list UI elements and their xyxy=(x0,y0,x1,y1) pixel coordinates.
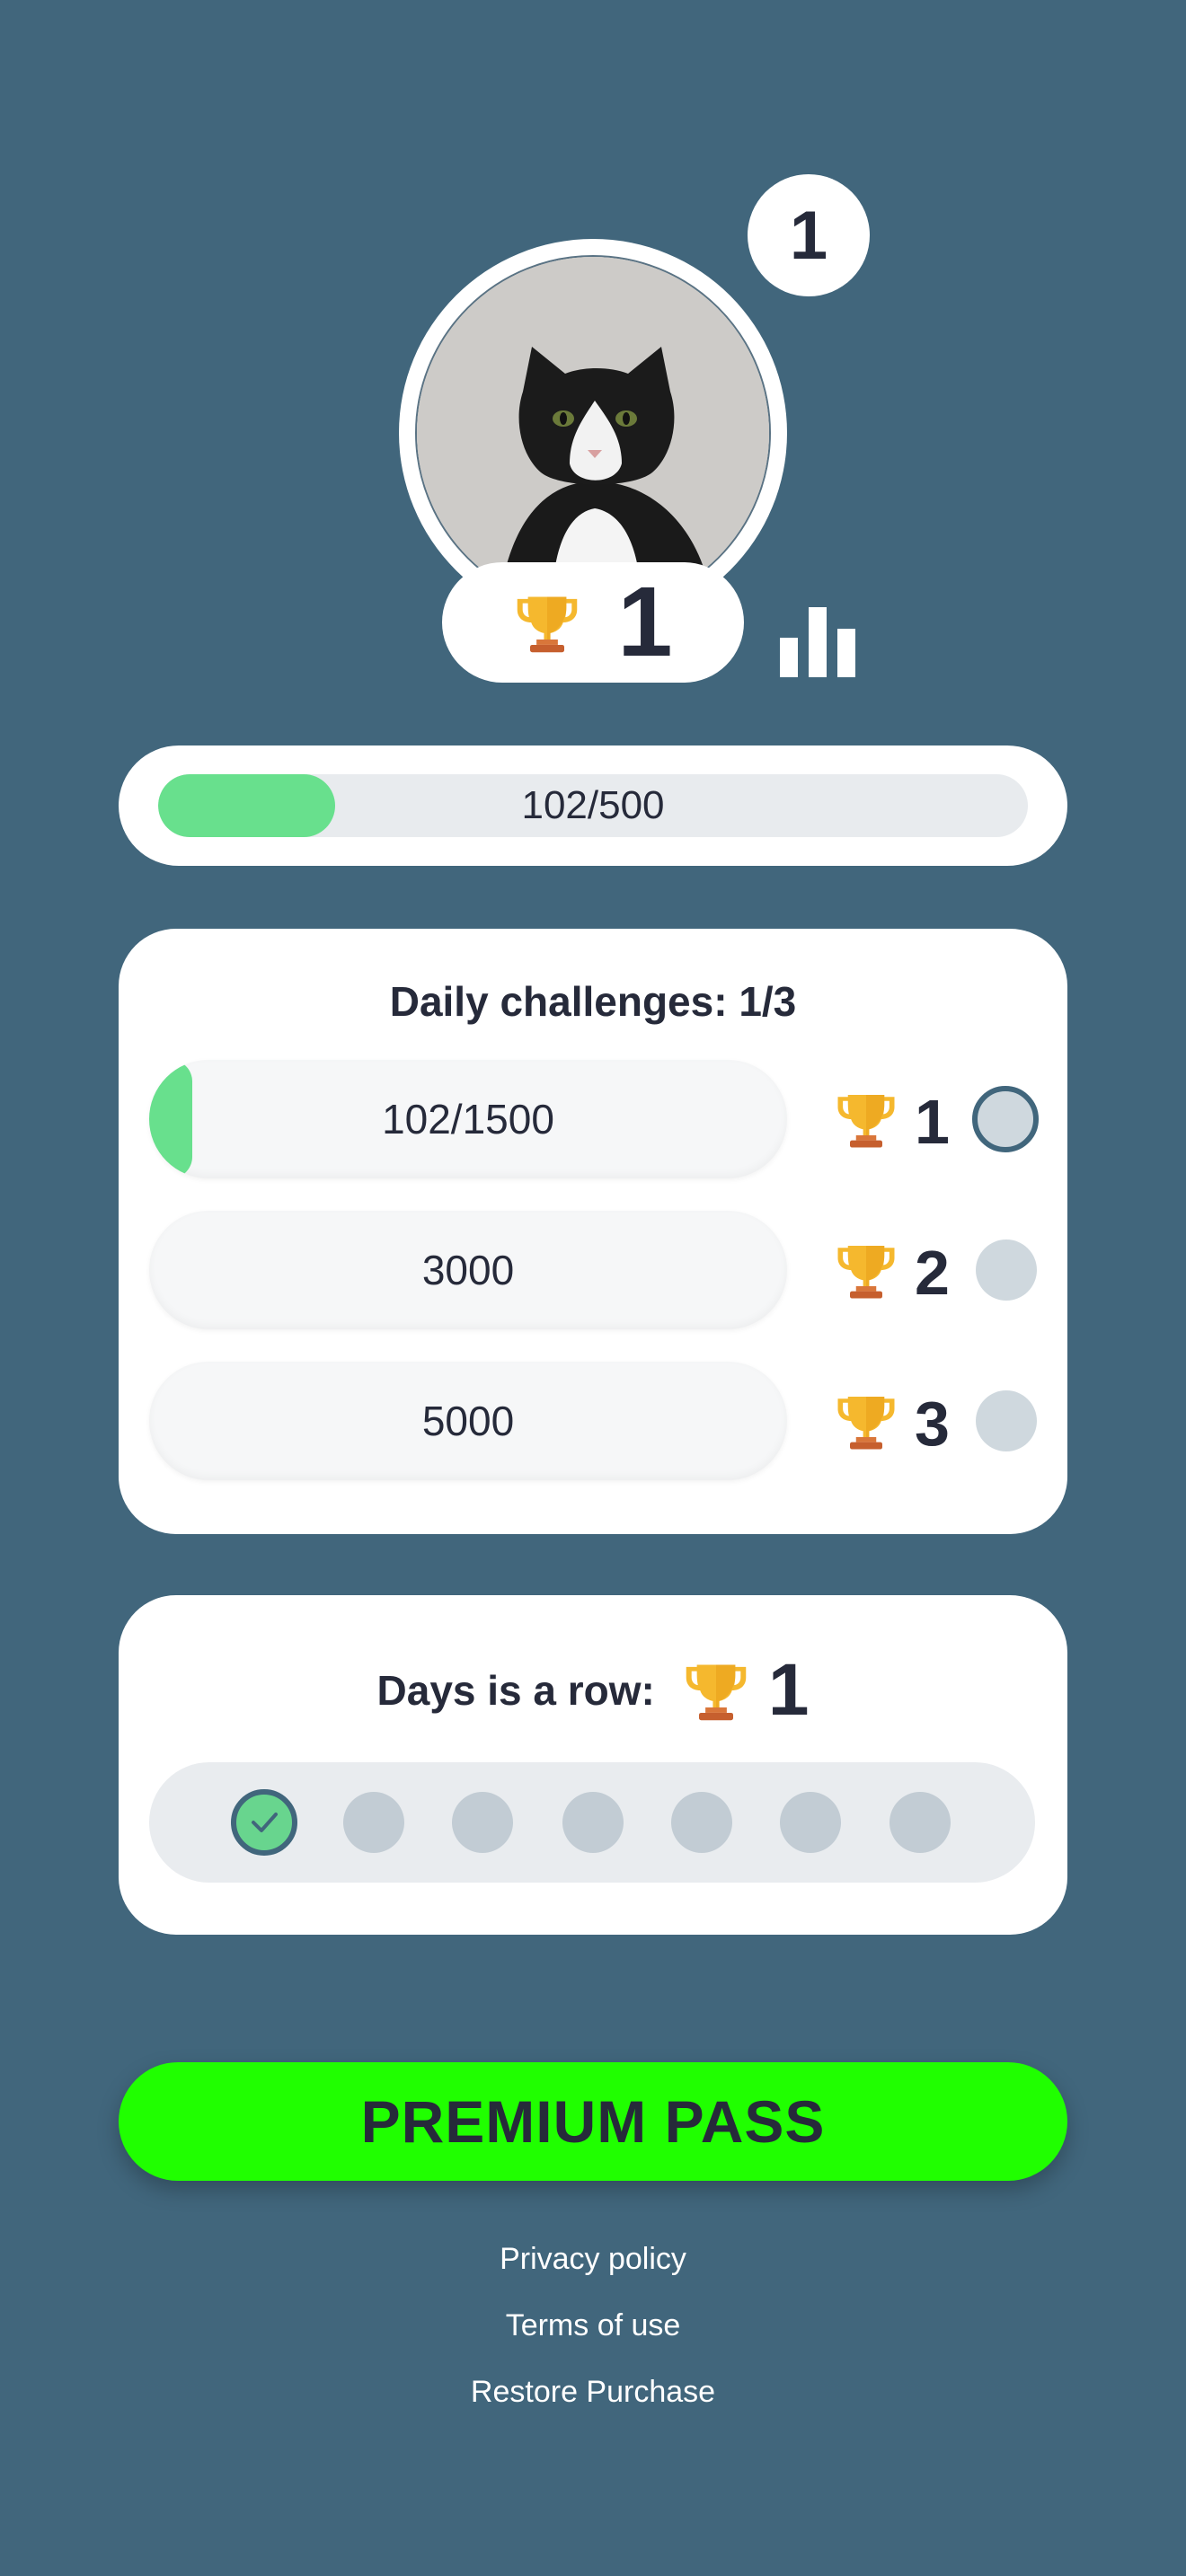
challenge-label: 102/1500 xyxy=(382,1096,554,1142)
challenge-status-dot xyxy=(976,1239,1037,1301)
day-dot-completed xyxy=(231,1789,297,1856)
restore-purchase-link[interactable]: Restore Purchase xyxy=(0,2375,1186,2410)
avatar[interactable] xyxy=(415,255,771,611)
challenge-row: 5000 xyxy=(149,1362,787,1480)
checkmark-icon xyxy=(252,1813,278,1832)
cat-avatar-image xyxy=(417,257,769,609)
challenge-label: 3000 xyxy=(421,1247,515,1293)
streak-count: 1 xyxy=(767,1649,810,1731)
streak-title: Days is a row: xyxy=(376,1667,655,1714)
streak-header: Days is a row: 1 xyxy=(119,1649,1067,1732)
day-dot xyxy=(562,1792,624,1853)
challenge-status-dot xyxy=(976,1390,1037,1451)
trophy-icon xyxy=(513,588,581,657)
day-dot xyxy=(452,1792,513,1853)
day-dot xyxy=(780,1792,841,1853)
trophy-icon xyxy=(682,1656,750,1725)
trophy-count-pill: 1 xyxy=(442,562,744,683)
trophy-icon xyxy=(834,1389,898,1453)
challenge-row: 3000 xyxy=(149,1211,787,1329)
day-dot xyxy=(890,1792,951,1853)
terms-of-use-link[interactable]: Terms of use xyxy=(0,2308,1186,2343)
challenge-label: 5000 xyxy=(421,1398,515,1444)
challenge-status-dot xyxy=(972,1086,1039,1152)
trophy-count: 1 xyxy=(617,567,673,677)
challenge-reward: 1 xyxy=(915,1087,950,1157)
stats-icon[interactable] xyxy=(778,607,857,677)
trophy-icon xyxy=(834,1087,898,1151)
day-dot xyxy=(343,1792,404,1853)
level-badge: 1 xyxy=(748,174,870,296)
challenge-row: 102/1500 xyxy=(149,1060,787,1178)
privacy-policy-link[interactable]: Privacy policy xyxy=(0,2242,1186,2277)
trophy-icon xyxy=(834,1238,898,1302)
xp-progress-text: 102/500 xyxy=(521,783,665,827)
challenge-reward: 3 xyxy=(915,1389,950,1459)
premium-pass-button[interactable]: PREMIUM PASS xyxy=(119,2062,1067,2181)
daily-challenges-title: Daily challenges: 1/3 xyxy=(389,978,797,1025)
challenge-reward: 2 xyxy=(915,1238,950,1308)
day-dot xyxy=(671,1792,732,1853)
